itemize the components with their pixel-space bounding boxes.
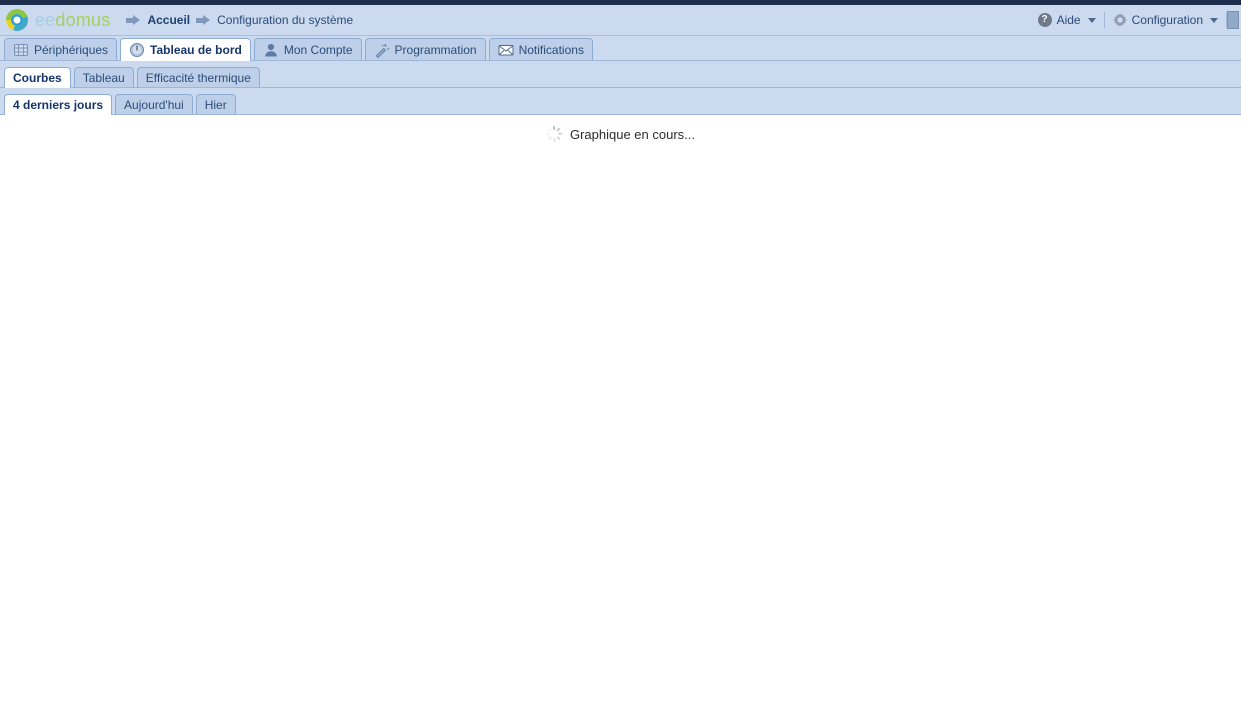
- envelope-icon: [498, 42, 514, 58]
- tab-label: Notifications: [519, 43, 584, 57]
- help-menu[interactable]: ? Aide: [1030, 5, 1104, 35]
- configuration-menu[interactable]: Configuration: [1105, 5, 1226, 35]
- tab-label: Courbes: [13, 71, 62, 85]
- arrow-right-icon: [126, 15, 141, 26]
- tab-courbes[interactable]: Courbes: [4, 67, 71, 87]
- user-icon: [263, 42, 279, 58]
- help-circle-icon: ?: [1038, 13, 1052, 27]
- breadcrumb: Accueil Configuration du système: [126, 13, 353, 27]
- header-right-menu: ? Aide Configuration: [1030, 5, 1241, 35]
- tab-tableau[interactable]: Tableau: [74, 67, 134, 87]
- dashboard-sub-tab-bar: Courbes Tableau Efficacité thermique: [0, 61, 1241, 88]
- tab-label: Mon Compte: [284, 43, 353, 57]
- chart-content-area: Graphique en cours...: [0, 115, 1241, 702]
- devices-cube-icon: [13, 42, 29, 58]
- tab-label: Aujourd'hui: [124, 98, 184, 112]
- tab-programmation[interactable]: Programmation: [365, 38, 486, 60]
- tab-label: 4 derniers jours: [13, 98, 103, 112]
- brand-name-part1: ee: [35, 10, 55, 30]
- tab-4-derniers-jours[interactable]: 4 derniers jours: [4, 94, 112, 114]
- chevron-down-icon: [1088, 18, 1096, 23]
- tab-mon-compte[interactable]: Mon Compte: [254, 38, 362, 60]
- period-tab-bar: 4 derniers jours Aujourd'hui Hier: [0, 88, 1241, 115]
- user-panel-edge[interactable]: [1227, 11, 1239, 29]
- tab-label: Efficacité thermique: [146, 71, 251, 85]
- tab-label: Hier: [205, 98, 227, 112]
- main-tab-bar: Périphériques Tableau de bord Mon Compte: [0, 36, 1241, 61]
- tab-hier[interactable]: Hier: [196, 94, 236, 114]
- chevron-down-icon: [1210, 18, 1218, 23]
- gear-icon: [1113, 13, 1127, 27]
- gauge-icon: [129, 42, 145, 58]
- arrow-right-icon: [196, 15, 211, 26]
- breadcrumb-item-accueil[interactable]: Accueil: [147, 13, 190, 27]
- help-menu-label: Aide: [1057, 13, 1081, 27]
- eedomus-ring-icon: [6, 9, 28, 31]
- tab-aujourdhui[interactable]: Aujourd'hui: [115, 94, 193, 114]
- tab-label: Périphériques: [34, 43, 108, 57]
- brand-logo[interactable]: eedomus: [6, 9, 110, 31]
- brand-name-part2: domus: [55, 10, 110, 30]
- magic-wand-icon: [374, 42, 390, 58]
- breadcrumb-item-configuration-systeme[interactable]: Configuration du système: [217, 13, 353, 27]
- loading-spinner-icon: [546, 126, 562, 142]
- configuration-menu-label: Configuration: [1132, 13, 1203, 27]
- chart-loading-indicator: Graphique en cours...: [0, 115, 1241, 142]
- tab-peripheriques[interactable]: Périphériques: [4, 38, 117, 60]
- tab-notifications[interactable]: Notifications: [489, 38, 593, 60]
- tab-tableau-de-bord[interactable]: Tableau de bord: [120, 38, 251, 60]
- tab-label: Tableau: [83, 71, 125, 85]
- brand-name: eedomus: [35, 10, 110, 31]
- tab-label: Tableau de bord: [150, 43, 242, 57]
- tab-efficacite-thermique[interactable]: Efficacité thermique: [137, 67, 260, 87]
- app-header: eedomus Accueil Configuration du système…: [0, 5, 1241, 36]
- tab-label: Programmation: [395, 43, 477, 57]
- chart-loading-label: Graphique en cours...: [570, 127, 695, 142]
